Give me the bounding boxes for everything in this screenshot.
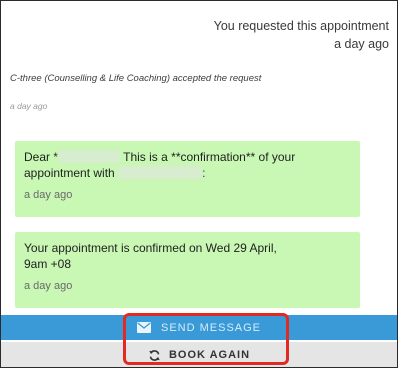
request-status-text: You requested this appointment (213, 19, 389, 33)
message-bubble: Your appointment is confirmed on Wed 29 … (15, 232, 360, 308)
message-text: Your appointment is confirmed on Wed 29 … (24, 240, 351, 272)
send-message-label: SEND MESSAGE (160, 321, 262, 334)
redacted-name (58, 150, 121, 163)
message-text-part: 9am +08 (24, 257, 72, 271)
message-text-part: This is a **confirmation** of your (120, 150, 296, 164)
accepted-status-text: C-three (Counselling & Life Coaching) ac… (10, 73, 262, 84)
request-status: You requested this appointment a day ago (214, 17, 389, 53)
redacted-name (118, 166, 203, 179)
request-status-time: a day ago (334, 37, 389, 51)
appointment-thread-panel: You requested this appointment a day ago… (0, 0, 398, 368)
message-text: Dear * This is a **confirmation** of you… (24, 149, 351, 181)
envelope-icon (136, 322, 151, 333)
message-time: a day ago (24, 280, 73, 292)
message-text-part: appointment with (24, 166, 115, 180)
action-toolbar: SEND MESSAGE BOOK AGAIN (1, 311, 397, 367)
message-bubble: Dear * This is a **confirmation** of you… (15, 141, 360, 217)
accepted-status-time: a day ago (10, 101, 48, 111)
book-again-button[interactable]: BOOK AGAIN (1, 342, 397, 367)
book-again-label: BOOK AGAIN (168, 349, 251, 361)
message-text-part: : (202, 166, 206, 180)
message-thread: You requested this appointment a day ago… (1, 1, 397, 311)
message-time: a day ago (24, 189, 73, 201)
send-message-button[interactable]: SEND MESSAGE (1, 315, 397, 340)
message-text-part: Your appointment is confirmed on Wed 29 … (24, 241, 277, 255)
refresh-icon (149, 349, 160, 361)
message-text-part: Dear * (24, 150, 59, 164)
